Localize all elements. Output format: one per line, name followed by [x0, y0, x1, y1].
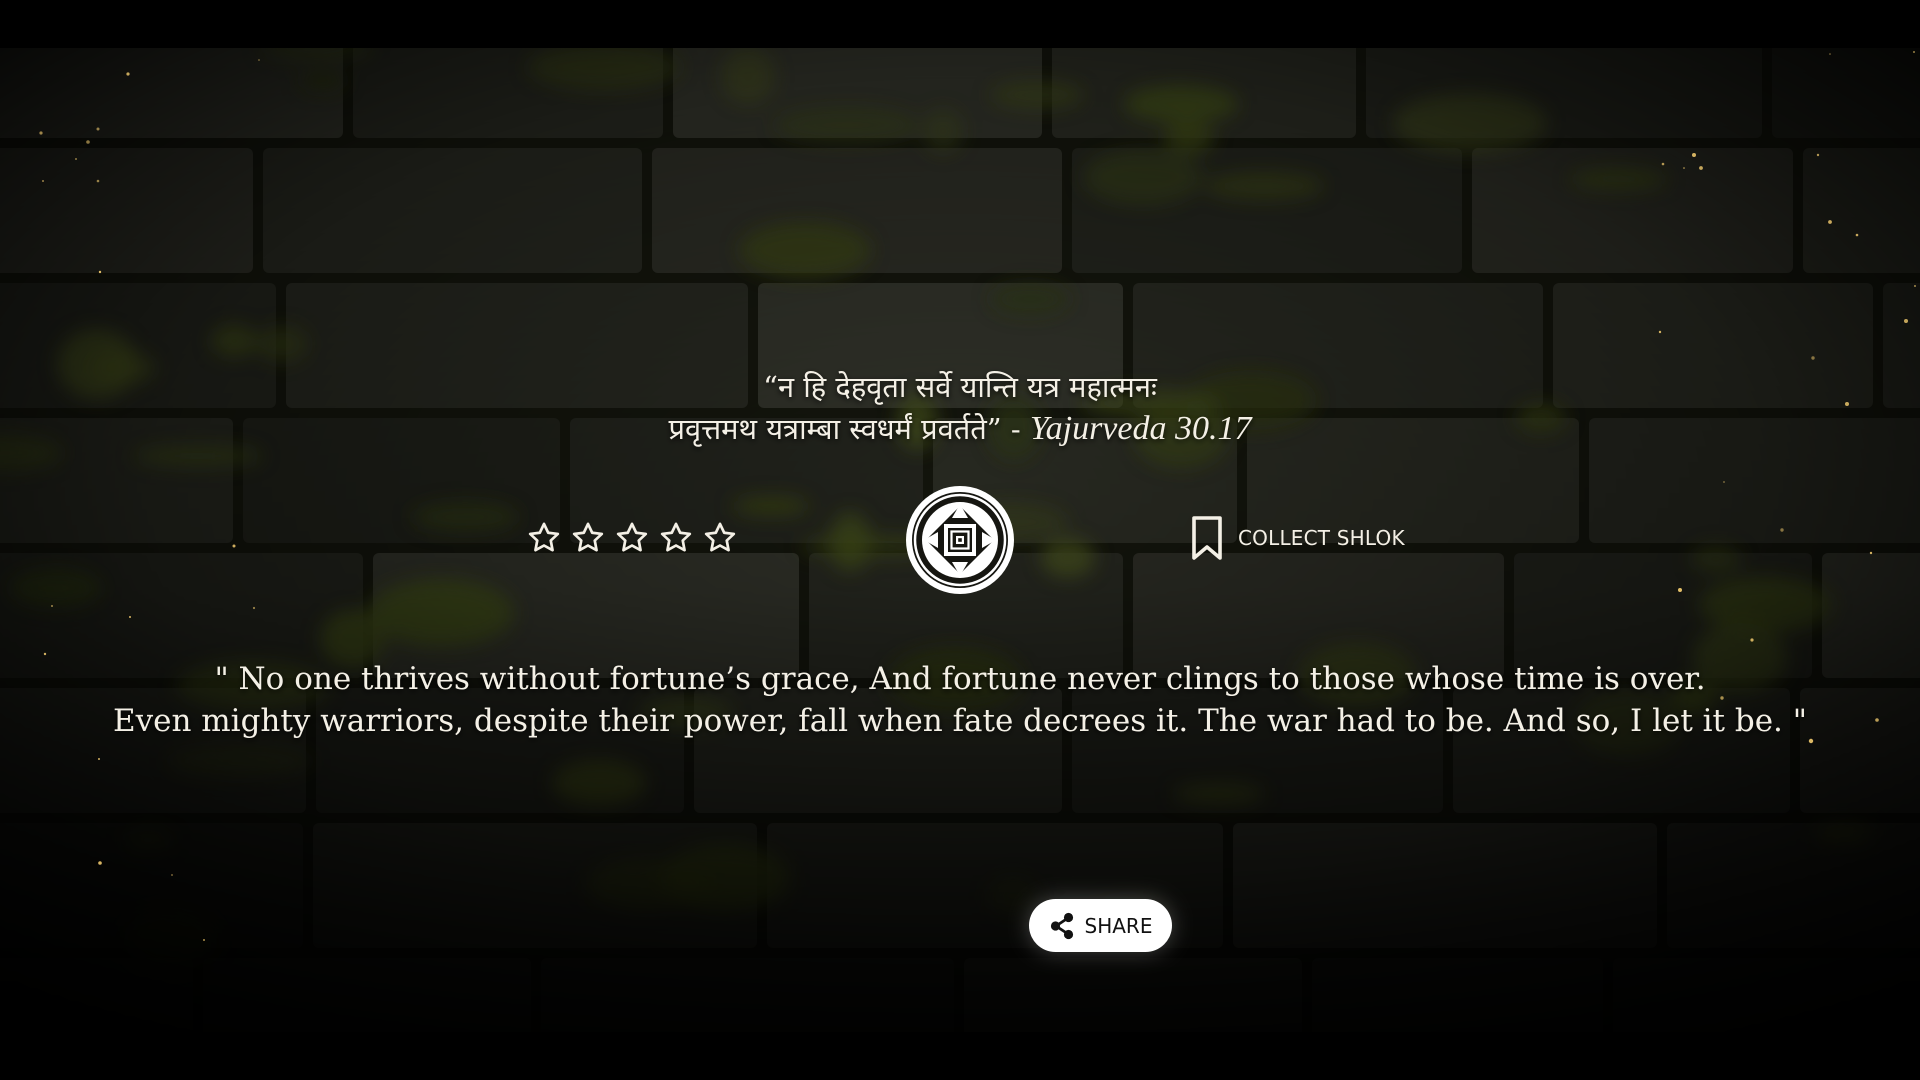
star-outline-icon[interactable] [614, 520, 650, 556]
sanskrit-verse: “न हि देहवृता सर्वे यान्ति यत्र महात्मनः… [0, 366, 1920, 450]
star-rating [526, 520, 738, 560]
translation-line-1: " No one thrives without fortune’s grace… [214, 661, 1706, 697]
letterbox-top [0, 0, 1920, 48]
sanskrit-line-2: प्रवृत्तमथ यत्राम्बा स्वधर्मं प्रवर्तते”… [0, 408, 1920, 450]
share-icon [1050, 912, 1073, 939]
share-label: SHARE [1084, 913, 1153, 938]
shlok-card: “न हि देहवृता सर्वे यान्ति यत्र महात्मनः… [0, 48, 1920, 1032]
share-button[interactable]: SHARE [1029, 899, 1172, 952]
star-outline-icon[interactable] [702, 520, 738, 556]
letterbox-bottom [0, 1032, 1920, 1080]
bookmark-icon [1192, 516, 1222, 560]
app-screen: “न हि देहवृता सर्वे यान्ति यत्र महात्मनः… [0, 0, 1920, 1080]
verse-translation: " No one thrives without fortune’s grace… [0, 658, 1920, 742]
collect-shlok-button[interactable]: COLLECT SHLOK [1190, 515, 1405, 561]
star-outline-icon[interactable] [570, 520, 606, 556]
sanskrit-line-1: “न हि देहवृता सर्वे यान्ति यत्र महात्मनः [763, 370, 1157, 404]
verse-source: Yajurveda 30.17 [1029, 410, 1252, 447]
collect-shlok-label: COLLECT SHLOK [1238, 526, 1405, 550]
sanskrit-line-2-text: प्रवृत्तमथ यत्राम्बा स्वधर्मं प्रवर्तते”… [668, 412, 1030, 446]
translation-line-2: Even mighty warriors, despite their powe… [112, 703, 1808, 739]
star-outline-icon[interactable] [526, 520, 562, 556]
mandala-emblem-icon [906, 486, 1014, 594]
star-outline-icon[interactable] [658, 520, 694, 556]
